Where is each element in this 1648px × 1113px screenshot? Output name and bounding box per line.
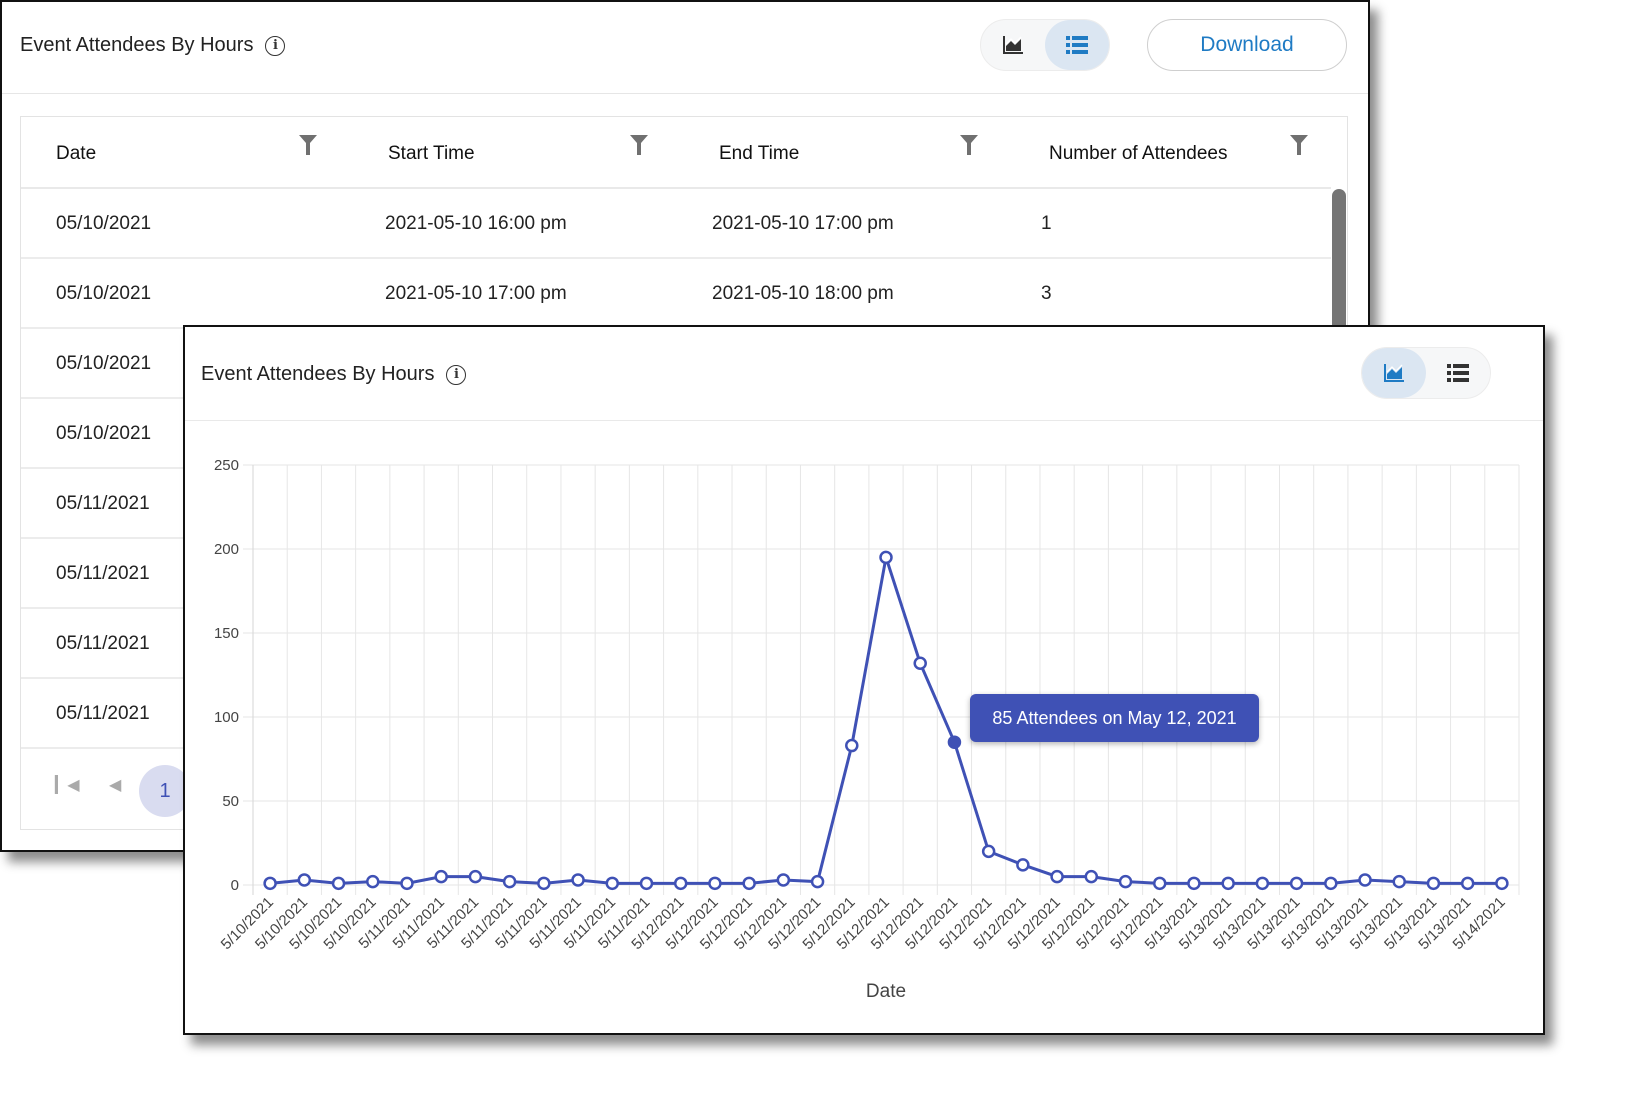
data-point[interactable]	[1495, 876, 1509, 891]
attendees-cell: 3	[1041, 283, 1052, 304]
first-page-icon[interactable]: ▎◀	[55, 775, 80, 795]
date-cell: 05/11/2021	[56, 563, 150, 584]
card-title: Event Attendees By Hours i	[201, 363, 467, 386]
download-button[interactable]: Download	[1147, 19, 1347, 71]
column-header-number-of-attendees[interactable]: Number of Attendees	[1049, 143, 1228, 165]
table-card-header: Event Attendees By Hours i Download	[2, 2, 1368, 94]
card-title: Event Attendees By Hours i	[20, 34, 286, 57]
table-header: Date Start Time End Time Number of Atten…	[21, 117, 1331, 189]
data-point[interactable]	[1358, 873, 1372, 887]
view-toggle	[1361, 347, 1491, 399]
column-header-date[interactable]: Date	[56, 143, 96, 165]
info-icon[interactable]: i	[265, 35, 286, 56]
date-cell: 05/10/2021	[56, 423, 152, 444]
x-axis: 5/10/20215/10/20215/10/20215/10/20215/11…	[218, 894, 1509, 953]
data-point[interactable]	[297, 873, 312, 887]
data-point[interactable]	[639, 876, 654, 891]
chart-view-card: Event Attendees By Hours i 0 50 100 150 …	[183, 325, 1545, 1035]
data-point[interactable]	[502, 874, 517, 889]
data-point[interactable]	[537, 876, 551, 891]
y-tick-label: 200	[214, 541, 239, 558]
data-point[interactable]	[981, 844, 996, 859]
start-time-cell: 2021-05-10 16:00 pm	[385, 213, 567, 234]
filter-icon[interactable]	[960, 135, 978, 155]
y-tick-label: 50	[222, 793, 239, 810]
column-header-start-time[interactable]: Start Time	[388, 143, 475, 165]
chart-view-button[interactable]	[981, 20, 1045, 70]
y-tick-label: 100	[214, 709, 239, 726]
date-cell: 05/10/2021	[56, 283, 152, 304]
data-point[interactable]	[571, 873, 585, 887]
filter-icon[interactable]	[1290, 135, 1308, 155]
end-time-cell: 2021-05-10 18:00 pm	[712, 283, 894, 304]
data-point[interactable]	[1084, 869, 1099, 884]
data-point[interactable]	[776, 873, 791, 887]
data-point[interactable]	[913, 656, 927, 670]
data-points	[263, 550, 1509, 891]
y-tick-label: 150	[214, 625, 239, 642]
chart-grid	[243, 464, 1520, 895]
data-point[interactable]	[673, 876, 688, 891]
list-icon	[1447, 364, 1469, 382]
table-row[interactable]: 05/10/2021 2021-05-10 16:00 pm 2021-05-1…	[21, 189, 1331, 259]
x-axis-title: Date	[866, 981, 906, 1002]
chart-line-icon	[1384, 364, 1404, 382]
prev-page-icon[interactable]: ◀	[109, 775, 121, 795]
data-point[interactable]	[263, 876, 277, 891]
data-point[interactable]	[708, 876, 722, 891]
chart-view-button[interactable]	[1362, 348, 1426, 398]
data-point[interactable]	[331, 876, 346, 891]
data-point[interactable]	[1255, 876, 1270, 891]
data-point[interactable]	[1392, 874, 1406, 889]
data-point[interactable]	[810, 874, 825, 889]
chart-line-icon	[1003, 36, 1023, 54]
data-point[interactable]	[400, 876, 414, 891]
date-cell: 05/10/2021	[56, 353, 152, 374]
attendees-cell: 1	[1041, 213, 1052, 234]
list-view-button[interactable]	[1426, 348, 1490, 398]
data-point[interactable]	[605, 876, 620, 891]
date-cell: 05/10/2021	[56, 213, 152, 234]
table-row[interactable]: 05/10/2021 2021-05-10 17:00 pm 2021-05-1…	[21, 259, 1331, 329]
data-point[interactable]	[1460, 876, 1475, 891]
data-point[interactable]	[879, 550, 893, 565]
chart-tooltip: 85 Attendees on May 12, 2021	[970, 694, 1259, 743]
column-header-end-time[interactable]: End Time	[719, 143, 799, 165]
chart-card-title: Event Attendees By Hours	[201, 363, 435, 385]
data-point[interactable]	[1152, 876, 1167, 891]
data-point[interactable]	[742, 876, 756, 891]
date-cell: 05/11/2021	[56, 703, 150, 724]
data-point[interactable]	[1050, 869, 1064, 884]
data-point[interactable]	[366, 874, 380, 889]
info-icon[interactable]: i	[446, 364, 467, 385]
end-time-cell: 2021-05-10 17:00 pm	[712, 213, 894, 234]
series-line	[269, 556, 1502, 885]
data-point[interactable]	[1016, 858, 1030, 872]
date-cell: 05/11/2021	[56, 493, 150, 514]
data-point-highlighted[interactable]	[947, 735, 962, 749]
filter-icon[interactable]	[299, 135, 317, 155]
y-tick-label: 250	[214, 457, 239, 474]
data-point[interactable]	[1426, 876, 1441, 891]
table-card-title: Event Attendees By Hours	[20, 34, 254, 56]
start-time-cell: 2021-05-10 17:00 pm	[385, 283, 567, 304]
date-cell: 05/11/2021	[56, 633, 150, 654]
y-tick-label: 0	[231, 877, 239, 894]
filter-icon[interactable]	[630, 135, 648, 155]
data-point[interactable]	[845, 738, 859, 753]
y-axis: 0 50 100 150 200 250	[214, 457, 239, 894]
attendees-line-chart: 0 50 100 150 200 250 5/10/20215/10/20215/10/2…	[214, 457, 1520, 1002]
data-point[interactable]	[1187, 876, 1201, 891]
data-point[interactable]	[468, 869, 483, 884]
list-view-button[interactable]	[1045, 20, 1109, 70]
data-point[interactable]	[1221, 876, 1235, 891]
data-point[interactable]	[1289, 876, 1304, 891]
data-point[interactable]	[434, 869, 448, 884]
list-icon	[1066, 36, 1088, 54]
data-point[interactable]	[1118, 874, 1133, 889]
view-toggle	[980, 19, 1110, 71]
data-point[interactable]	[1324, 876, 1338, 891]
chart-card-header: Event Attendees By Hours i	[185, 327, 1543, 421]
